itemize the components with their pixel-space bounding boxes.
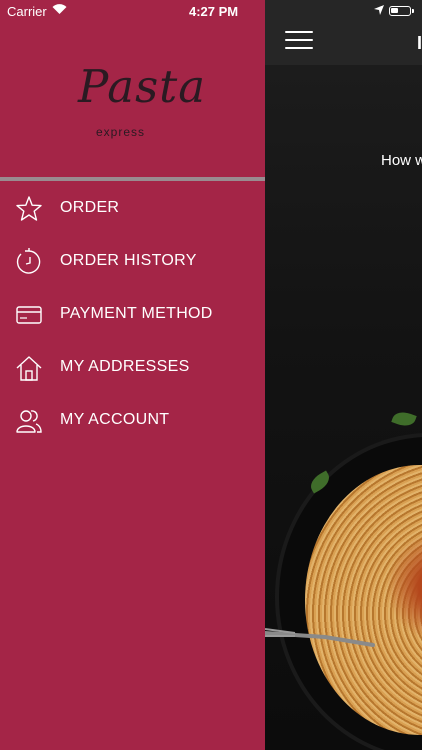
- menu-item-my-account[interactable]: MY ACCOUNT: [0, 393, 265, 446]
- battery-tip: [412, 9, 414, 13]
- menu-item-order-history[interactable]: ORDER HISTORY: [0, 234, 265, 287]
- menu-hamburger-button[interactable]: [285, 31, 315, 55]
- star-icon: [16, 196, 42, 221]
- pasta-express-logo: Pasta express: [78, 60, 205, 145]
- menu-item-label: MY ACCOUNT: [60, 411, 170, 428]
- carrier-label: Carrier: [7, 4, 47, 19]
- drawer-menu: ORDER ORDER HISTORY PAYMENT METHOD MY AD…: [0, 181, 265, 446]
- home-icon: [16, 356, 42, 381]
- basil-leaf: [391, 408, 417, 430]
- top-navigation-bar: I: [265, 0, 422, 65]
- main-content-panel: I How w: [265, 0, 422, 750]
- clock-history-icon: [16, 248, 41, 274]
- menu-item-order[interactable]: ORDER: [0, 181, 265, 234]
- menu-item-label: ORDER HISTORY: [60, 252, 197, 269]
- status-bar-left: Carrier 4:27 PM: [0, 0, 265, 22]
- menu-item-label: ORDER: [60, 199, 120, 216]
- wifi-icon: [52, 4, 67, 14]
- menu-item-label: PAYMENT METHOD: [60, 305, 213, 322]
- menu-item-label: MY ADDRESSES: [60, 358, 190, 375]
- credit-card-icon: [16, 306, 42, 324]
- logo-name: Pasta: [78, 60, 207, 113]
- side-drawer: Carrier 4:27 PM Pasta express ORDER ORDE…: [0, 0, 265, 750]
- tagline-text: How w: [381, 152, 422, 169]
- battery-icon: [389, 6, 411, 16]
- fork-icon: [265, 628, 375, 647]
- menu-item-my-addresses[interactable]: MY ADDRESSES: [0, 340, 265, 393]
- nav-title-partial: I: [417, 33, 422, 53]
- status-bar-right: [265, 3, 422, 21]
- clock: 4:27 PM: [189, 4, 239, 19]
- users-icon: [16, 410, 42, 433]
- location-arrow-icon: [374, 5, 384, 15]
- logo-subtitle: express: [96, 125, 146, 139]
- menu-item-payment-method[interactable]: PAYMENT METHOD: [0, 287, 265, 340]
